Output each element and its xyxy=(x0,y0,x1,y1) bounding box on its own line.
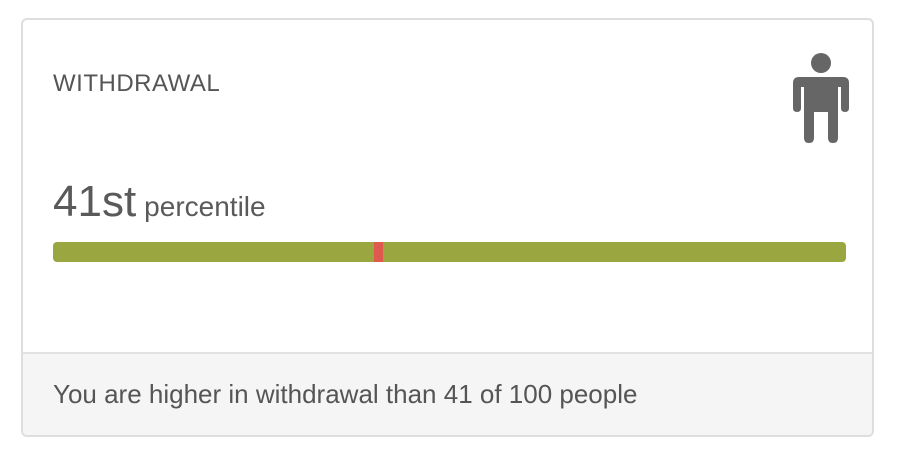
percentile-bar xyxy=(53,242,846,262)
card-title: WITHDRAWAL xyxy=(53,70,221,97)
card-footer: You are higher in withdrawal than 41 of … xyxy=(23,352,872,435)
footer-summary: You are higher in withdrawal than 41 of … xyxy=(53,379,638,409)
percentile-unit: percentile xyxy=(144,191,266,222)
withdrawal-card: WITHDRAWAL 41st percentile You are higher… xyxy=(21,18,874,437)
person-icon xyxy=(793,53,849,143)
percentile-readout: 41st percentile xyxy=(53,180,266,224)
percentile-value: 41st xyxy=(53,177,137,226)
percentile-marker xyxy=(373,242,383,262)
